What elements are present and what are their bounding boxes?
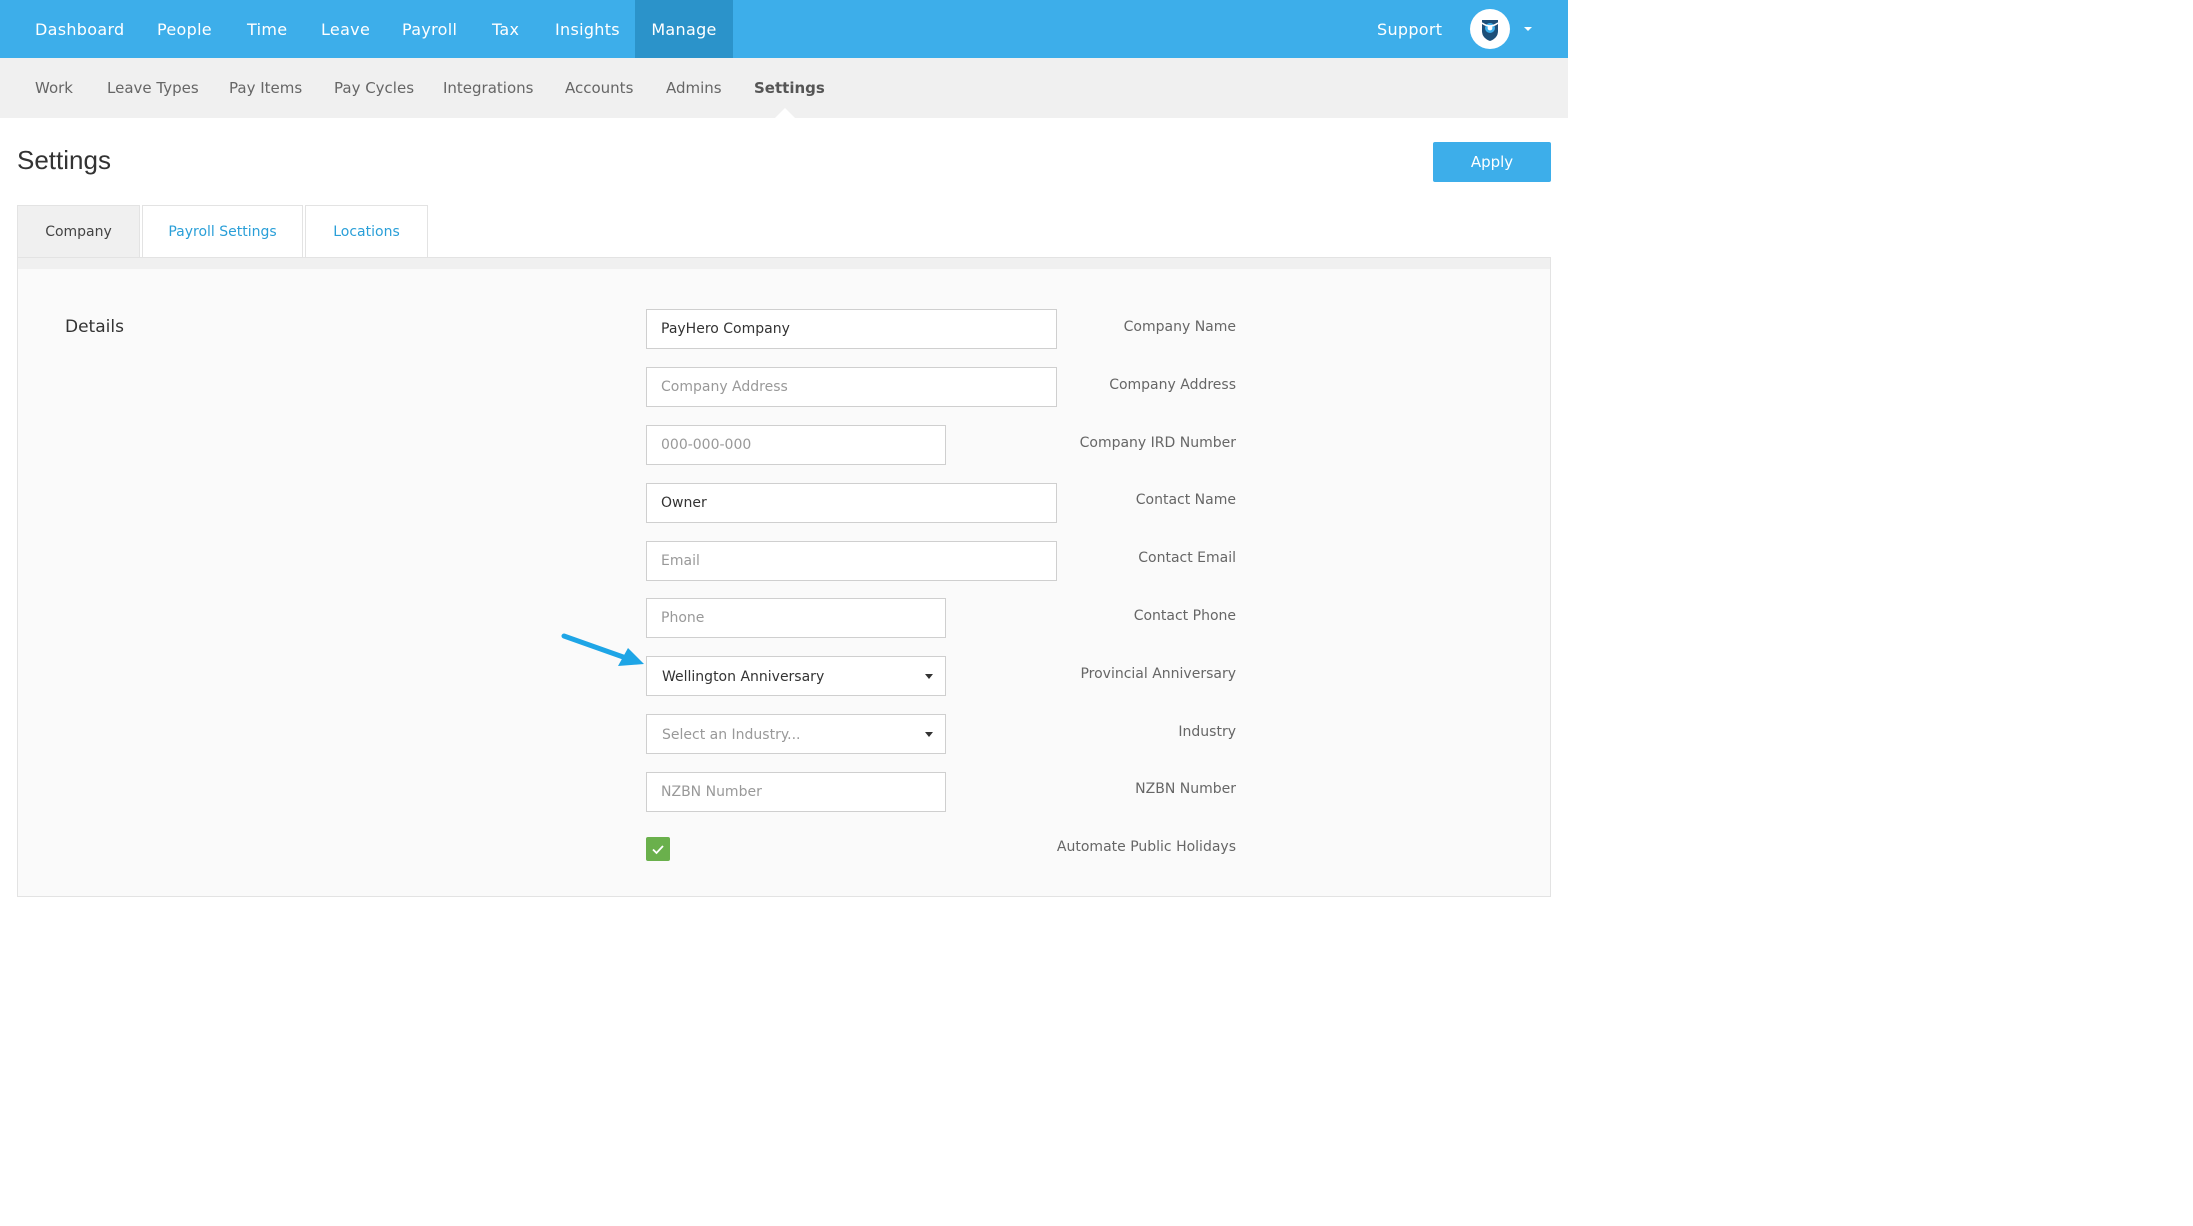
chevron-down-icon: [925, 732, 933, 737]
active-indicator: [775, 108, 795, 118]
company-name-input[interactable]: [646, 309, 1057, 349]
automate-holidays-label: Automate Public Holidays: [1056, 839, 1236, 855]
page-title: Settings: [17, 145, 111, 175]
subnav-pay-items[interactable]: Pay Items: [229, 58, 302, 118]
automate-holidays-checkbox[interactable]: [646, 837, 670, 861]
nav-leave[interactable]: Leave: [321, 0, 370, 58]
industry-select[interactable]: Select an Industry...: [646, 714, 946, 754]
check-icon: [652, 845, 664, 855]
shield-logo-icon: [1481, 20, 1499, 41]
nav-tax[interactable]: Tax: [492, 0, 519, 58]
company-ird-input[interactable]: [646, 425, 946, 465]
apply-button[interactable]: Apply: [1433, 142, 1551, 182]
chevron-down-icon[interactable]: [1522, 20, 1534, 39]
company-name-label: Company Name: [1123, 319, 1236, 335]
nav-dashboard[interactable]: Dashboard: [35, 0, 125, 58]
contact-phone-input[interactable]: [646, 598, 946, 638]
nav-manage[interactable]: Manage: [635, 0, 733, 58]
nav-insights[interactable]: Insights: [555, 0, 620, 58]
provincial-anniversary-select[interactable]: Wellington Anniversary: [646, 656, 946, 696]
nzbn-label: NZBN Number: [1135, 781, 1236, 797]
subnav-accounts[interactable]: Accounts: [565, 58, 633, 118]
nzbn-input[interactable]: [646, 772, 946, 812]
avatar[interactable]: [1470, 9, 1510, 49]
nav-people[interactable]: People: [157, 0, 212, 58]
tab-company[interactable]: Company: [17, 205, 140, 258]
chevron-down-icon: [925, 674, 933, 679]
panel-divider: [17, 257, 1551, 269]
industry-placeholder: Select an Industry...: [662, 727, 801, 743]
industry-label: Industry: [1178, 724, 1236, 740]
nav-support[interactable]: Support: [1377, 0, 1442, 58]
nav-payroll[interactable]: Payroll: [402, 0, 457, 58]
section-title: Details: [65, 317, 124, 337]
subnav-work[interactable]: Work: [35, 58, 73, 118]
subnav-integrations[interactable]: Integrations: [443, 58, 533, 118]
company-address-input[interactable]: [646, 367, 1057, 407]
subnav-leave-types[interactable]: Leave Types: [107, 58, 199, 118]
contact-name-input[interactable]: [646, 483, 1057, 523]
arrow-annotation-icon: [561, 633, 644, 666]
company-ird-label: Company IRD Number: [1079, 435, 1236, 451]
company-address-label: Company Address: [1109, 377, 1236, 393]
nav-time[interactable]: Time: [247, 0, 287, 58]
provincial-anniversary-value: Wellington Anniversary: [662, 669, 825, 685]
contact-email-label: Contact Email: [1138, 550, 1236, 566]
provincial-anniversary-label: Provincial Anniversary: [1080, 666, 1236, 682]
top-navigation: Dashboard People Time Leave Payroll Tax …: [0, 0, 1568, 58]
subnav-admins[interactable]: Admins: [666, 58, 722, 118]
contact-email-input[interactable]: [646, 541, 1057, 581]
tab-locations[interactable]: Locations: [305, 205, 428, 257]
subnav-pay-cycles[interactable]: Pay Cycles: [334, 58, 414, 118]
tab-payroll-settings[interactable]: Payroll Settings: [142, 205, 303, 257]
contact-name-label: Contact Name: [1135, 492, 1236, 508]
contact-phone-label: Contact Phone: [1133, 608, 1236, 624]
